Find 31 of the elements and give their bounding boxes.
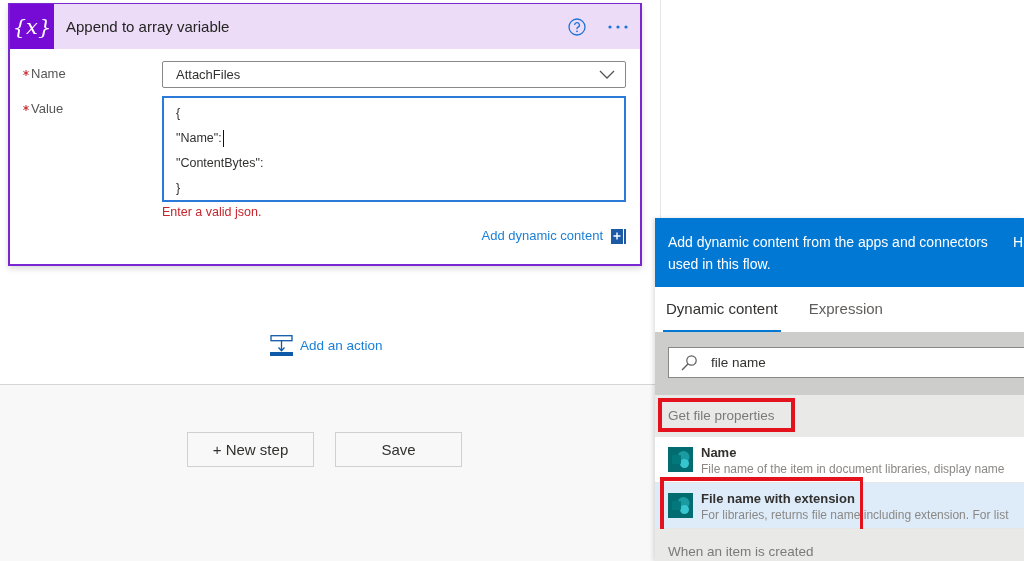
item-title: Name: [701, 444, 738, 461]
variable-icon: {x}: [10, 4, 54, 49]
field-label: Name: [31, 66, 66, 82]
hide-link[interactable]: H: [1012, 231, 1023, 253]
tile-icon: [668, 493, 693, 518]
item-title: File name with extension: [701, 490, 856, 507]
item-description: File name of the item in document libraries, display name: [701, 461, 1005, 477]
chevron-down-icon: [599, 70, 615, 79]
add-dynamic-content-link[interactable]: Add dynamic content: [481, 228, 603, 244]
content-item[interactable]: Name File name of the item in document libraries, display name: [655, 437, 1024, 483]
tile-icon: [668, 447, 693, 472]
search-field[interactable]: file name: [668, 347, 1024, 378]
search-icon: [681, 354, 697, 371]
panel-tab[interactable]: Expression: [805, 287, 886, 332]
add-action-button[interactable]: Add an action: [270, 335, 383, 356]
new-step-button[interactable]: + New step: [187, 432, 314, 467]
save-button[interactable]: Save: [335, 432, 462, 467]
panel-intro: Add dynamic content from the apps and connectors used in this flow.: [668, 233, 989, 274]
field-label: Value: [31, 101, 64, 117]
help-icon[interactable]: [568, 17, 586, 36]
group-title: When an item is created: [668, 544, 815, 559]
more-icon[interactable]: [608, 24, 628, 29]
error-message: Enter a valid json.: [162, 204, 262, 220]
item-description: For libraries, returns file name including extension. For list: [701, 507, 1009, 523]
value-field[interactable]: { "Name": "ContentBytes": }: [162, 96, 626, 202]
card-title: Append to array variable: [66, 18, 231, 35]
content-item[interactable]: File name with extension For libraries, returns file name including extension. For list: [655, 483, 1024, 529]
insert-arrow-icon: [270, 335, 293, 356]
plus-icon[interactable]: [611, 228, 626, 244]
group-title: Get file properties: [668, 408, 776, 423]
name-dropdown[interactable]: AttachFiles: [162, 61, 626, 88]
